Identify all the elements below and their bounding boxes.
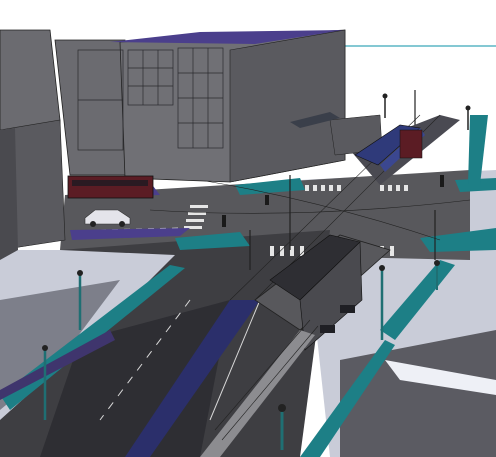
left-building-tower xyxy=(0,128,18,260)
bus-icon xyxy=(67,175,154,199)
block-building-east-face xyxy=(229,29,346,183)
scene-canvas xyxy=(0,0,496,457)
street-scene-render xyxy=(0,0,496,457)
